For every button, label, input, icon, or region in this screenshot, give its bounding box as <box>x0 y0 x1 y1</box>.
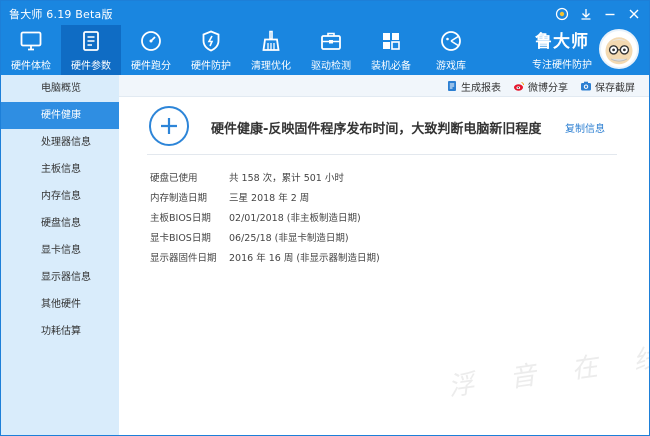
app-window: 鲁大师 6.19 Beta版 硬件体检 硬件参数 硬件跑分 硬件防护 清理优化 … <box>0 0 650 436</box>
brand-block: 鲁大师 专注硬件防护 <box>526 27 598 71</box>
nav-label: 硬件跑分 <box>131 61 171 72</box>
sidebar-item-motherboard[interactable]: 主板信息 <box>1 156 119 183</box>
nav-label: 装机必备 <box>371 61 411 72</box>
sidebar-item-disk[interactable]: 硬盘信息 <box>1 210 119 237</box>
nav-label: 游戏库 <box>436 61 466 72</box>
info-value: 三星 2018 年 2 周 <box>229 193 310 204</box>
toolbox-icon <box>321 32 341 50</box>
nav-item-driver-check[interactable]: 驱动检测 <box>301 25 361 75</box>
info-label: 显示器固件日期 <box>150 253 217 264</box>
save-screenshot-label: 保存截屏 <box>595 82 635 94</box>
speedometer-icon <box>141 31 161 51</box>
generate-report-button[interactable]: 生成报表 <box>446 79 501 94</box>
shield-bolt-icon <box>202 30 220 52</box>
weibo-share-label: 微博分享 <box>528 82 568 94</box>
sidebar-item-gpu[interactable]: 显卡信息 <box>1 237 119 264</box>
info-row-memory-date: 内存制造日期 三星 2018 年 2 周 <box>150 189 620 209</box>
window-controls <box>553 3 643 25</box>
nav-label: 清理优化 <box>251 61 291 72</box>
info-row-motherboard-bios: 主板BIOS日期 02/01/2018 (非主板制造日期) <box>150 209 620 229</box>
plus-icon <box>149 106 189 146</box>
nav-label: 硬件参数 <box>71 61 111 72</box>
divider <box>147 154 617 155</box>
info-label: 硬盘已使用 <box>150 173 198 184</box>
close-icon[interactable] <box>625 5 643 23</box>
clipboard-icon <box>83 31 99 51</box>
minimize-icon[interactable] <box>601 5 619 23</box>
info-value: 06/25/18 (非显卡制造日期) <box>229 233 349 244</box>
sidebar-item-overview[interactable]: 电脑概览 <box>1 75 119 102</box>
watermark: 浮 音 在 线 <box>446 341 650 403</box>
sidebar-item-hardware-health[interactable]: 硬件健康 <box>1 102 119 129</box>
nav-item-essentials[interactable]: 装机必备 <box>361 25 421 75</box>
nav-item-protection[interactable]: 硬件防护 <box>181 25 241 75</box>
info-label: 内存制造日期 <box>150 193 208 204</box>
sidebar-item-other-hardware[interactable]: 其他硬件 <box>1 291 119 318</box>
report-icon <box>448 81 456 91</box>
weibo-icon <box>514 82 524 91</box>
brand-name: 鲁大师 <box>535 32 589 52</box>
nav-item-cleanup[interactable]: 清理优化 <box>241 25 301 75</box>
nav-item-games[interactable]: 游戏库 <box>421 25 481 75</box>
nav-item-hardware-check[interactable]: 硬件体检 <box>1 25 61 75</box>
weibo-share-button[interactable]: 微博分享 <box>513 79 568 94</box>
nav-label: 硬件防护 <box>191 61 231 72</box>
camera-icon <box>581 81 591 91</box>
toolbar: 生成报表 微博分享 保存截屏 <box>119 75 649 97</box>
info-label: 显卡BIOS日期 <box>150 233 211 244</box>
main-panel: 生成报表 微博分享 保存截屏 硬件健康-反映固件程序发布时间，大致判断电脑新旧程… <box>119 75 650 435</box>
broom-icon <box>262 30 280 51</box>
nav-item-hardware-params[interactable]: 硬件参数 <box>61 25 121 75</box>
header-bar: 鲁大师 6.19 Beta版 硬件体检 硬件参数 硬件跑分 硬件防护 清理优化 … <box>1 1 649 75</box>
info-row-disk-usage: 硬盘已使用 共 158 次，累计 501 小时 <box>150 169 620 189</box>
monitor-icon <box>20 31 42 51</box>
sidebar-item-cpu[interactable]: 处理器信息 <box>1 129 119 156</box>
nav-label: 驱动检测 <box>311 61 351 72</box>
info-value: 共 158 次，累计 501 小时 <box>229 173 344 184</box>
brand-slogan: 专注硬件防护 <box>532 60 592 71</box>
copy-info-link[interactable]: 复制信息 <box>565 120 605 135</box>
top-nav: 硬件体检 硬件参数 硬件跑分 硬件防护 清理优化 驱动检测 装机必备 游戏库 <box>1 25 481 75</box>
sidebar: 电脑概览 硬件健康 处理器信息 主板信息 内存信息 硬盘信息 显卡信息 显示器信… <box>1 75 119 435</box>
info-list: 硬盘已使用 共 158 次，累计 501 小时 内存制造日期 三星 2018 年… <box>150 169 620 269</box>
toolbar-actions: 生成报表 微博分享 保存截屏 <box>446 75 635 97</box>
info-value: 2016 年 16 周 (非显示器制造日期) <box>229 253 380 264</box>
generate-report-label: 生成报表 <box>461 82 501 94</box>
window-title: 鲁大师 6.19 Beta版 <box>9 8 113 21</box>
apps-grid-icon <box>383 33 400 50</box>
skin-icon[interactable] <box>553 5 571 23</box>
sidebar-item-memory[interactable]: 内存信息 <box>1 183 119 210</box>
sidebar-item-monitor[interactable]: 显示器信息 <box>1 264 119 291</box>
avatar[interactable] <box>599 29 639 69</box>
info-row-gpu-bios: 显卡BIOS日期 06/25/18 (非显卡制造日期) <box>150 229 620 249</box>
info-row-monitor-firmware: 显示器固件日期 2016 年 16 周 (非显示器制造日期) <box>150 249 620 269</box>
gamepad-icon <box>441 31 461 51</box>
info-value: 02/01/2018 (非主板制造日期) <box>229 213 361 224</box>
save-screenshot-button[interactable]: 保存截屏 <box>580 79 635 94</box>
nav-item-benchmark[interactable]: 硬件跑分 <box>121 25 181 75</box>
sidebar-item-power-estimate[interactable]: 功耗估算 <box>1 318 119 345</box>
info-label: 主板BIOS日期 <box>150 213 211 224</box>
download-icon[interactable] <box>577 5 595 23</box>
nav-label: 硬件体检 <box>11 61 51 72</box>
section-headline: 硬件健康-反映固件程序发布时间，大致判断电脑新旧程度 <box>211 122 542 137</box>
